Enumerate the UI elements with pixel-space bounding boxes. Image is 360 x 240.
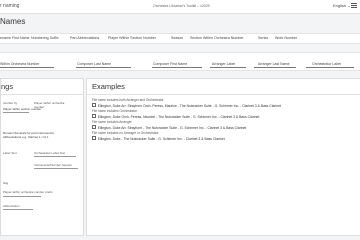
file-icon: [92, 125, 97, 130]
hamburger-menu-icon[interactable]: [351, 2, 357, 9]
chip-arranger-last-name[interactable]: Arranger Last Name: [258, 62, 290, 66]
abbreviations-label: Abbreviations e.g. Clarinet 1 / Cl 1: [3, 135, 49, 139]
file-icon: [92, 114, 97, 119]
file-icon: [92, 136, 97, 141]
example-heading: File name includes Arranger: [92, 120, 132, 124]
names-heading: Names: [0, 17, 26, 26]
chip-orchestrator-label[interactable]: Orchestrator Label: [312, 62, 341, 66]
tab-work-number[interactable]: Work Number: [275, 36, 297, 40]
app-title: r naming: [0, 3, 20, 9]
field-underline: [34, 156, 76, 157]
file-icon: [92, 103, 97, 108]
chip-composer-first-name[interactable]: Composer First Name: [153, 62, 187, 66]
name-part-tabs: ename First Name Numbering Suffix Part A…: [0, 33, 360, 44]
selected-name-parts: Within Orchestra Number Composer Last Na…: [0, 52, 360, 71]
tab-series[interactable]: Series: [258, 36, 268, 40]
settings-panel-title: ngs: [1, 82, 14, 91]
example-item[interactable]: Ellington, Duke Orch. Peress, Maurice - …: [92, 114, 259, 119]
chip-underline: [306, 66, 354, 68]
language-selector[interactable]: English ⌄: [333, 3, 351, 8]
player-number-prefix-field[interactable]: Player within orchestra number prefix: [3, 190, 53, 194]
tab-player-within-section[interactable]: Player Within Section Number: [108, 36, 156, 40]
example-heading: File name includes Orchestrator: [92, 109, 138, 113]
tab-section-within-orchestra[interactable]: Section Within Orchestra Number: [190, 36, 244, 40]
field-underline: [3, 196, 41, 197]
chip-underline: [210, 66, 246, 68]
abbreviation-field[interactable]: Abbreviation: [3, 204, 20, 208]
example-heading: File name includes both Arranger and Orc…: [92, 98, 164, 102]
number-by-label: number by: [3, 101, 18, 105]
chip-arranger-label[interactable]: Arranger Label: [212, 62, 235, 66]
examples-panel: Examples File name includes both Arrange…: [86, 78, 360, 236]
instruments-number-separator-field[interactable]: Instruments/Number Separa: [34, 163, 72, 167]
example-item[interactable]: Ellington, Duke Arr. Strayhorn - The Nut…: [92, 125, 246, 130]
example-heading: File name includes no Arranger or Orches…: [92, 131, 159, 135]
option-number[interactable]: number: [34, 105, 44, 109]
tab-part-abbreviations[interactable]: Part Abbreviations: [70, 36, 99, 40]
example-item[interactable]: Ellington, Duke - The Nutcracker Suite -…: [92, 136, 225, 141]
examples-title: Examples: [92, 82, 125, 91]
orchestrator-label-text-field[interactable]: Orchestrator Label Text: [34, 151, 65, 155]
label-text-field[interactable]: Label Text: [3, 151, 17, 155]
field-underline: [3, 209, 33, 210]
language-label: English: [333, 3, 347, 8]
top-bar: r naming Orchestra Librarian's Toolkit –…: [0, 0, 360, 14]
tab-season[interactable]: Season: [171, 36, 183, 40]
field-underline: [34, 168, 78, 169]
underline: [3, 112, 29, 113]
chip-within-orchestra-number[interactable]: Within Orchestra Number: [0, 62, 39, 66]
settings-panel: ngs number by Player within section numb…: [0, 78, 84, 236]
tab-numbering-suffix[interactable]: Numbering Suffix: [31, 36, 59, 40]
tab-first-name[interactable]: ename First Name: [0, 36, 30, 40]
chip-underline: [152, 66, 202, 68]
divider: [87, 94, 360, 95]
ring-label: ring: [3, 181, 9, 185]
example-item[interactable]: Ellington, Duke Arr. Strayhorn Orch. Per…: [92, 103, 281, 108]
window-title: Orchestra Librarian's Toolkit – v2025: [153, 4, 210, 8]
chip-underline: [0, 66, 54, 68]
chip-underline: [76, 66, 131, 68]
chip-underline: [254, 66, 296, 68]
divider: [1, 94, 83, 95]
chip-composer-last-name[interactable]: Composer Last Name: [77, 62, 111, 66]
